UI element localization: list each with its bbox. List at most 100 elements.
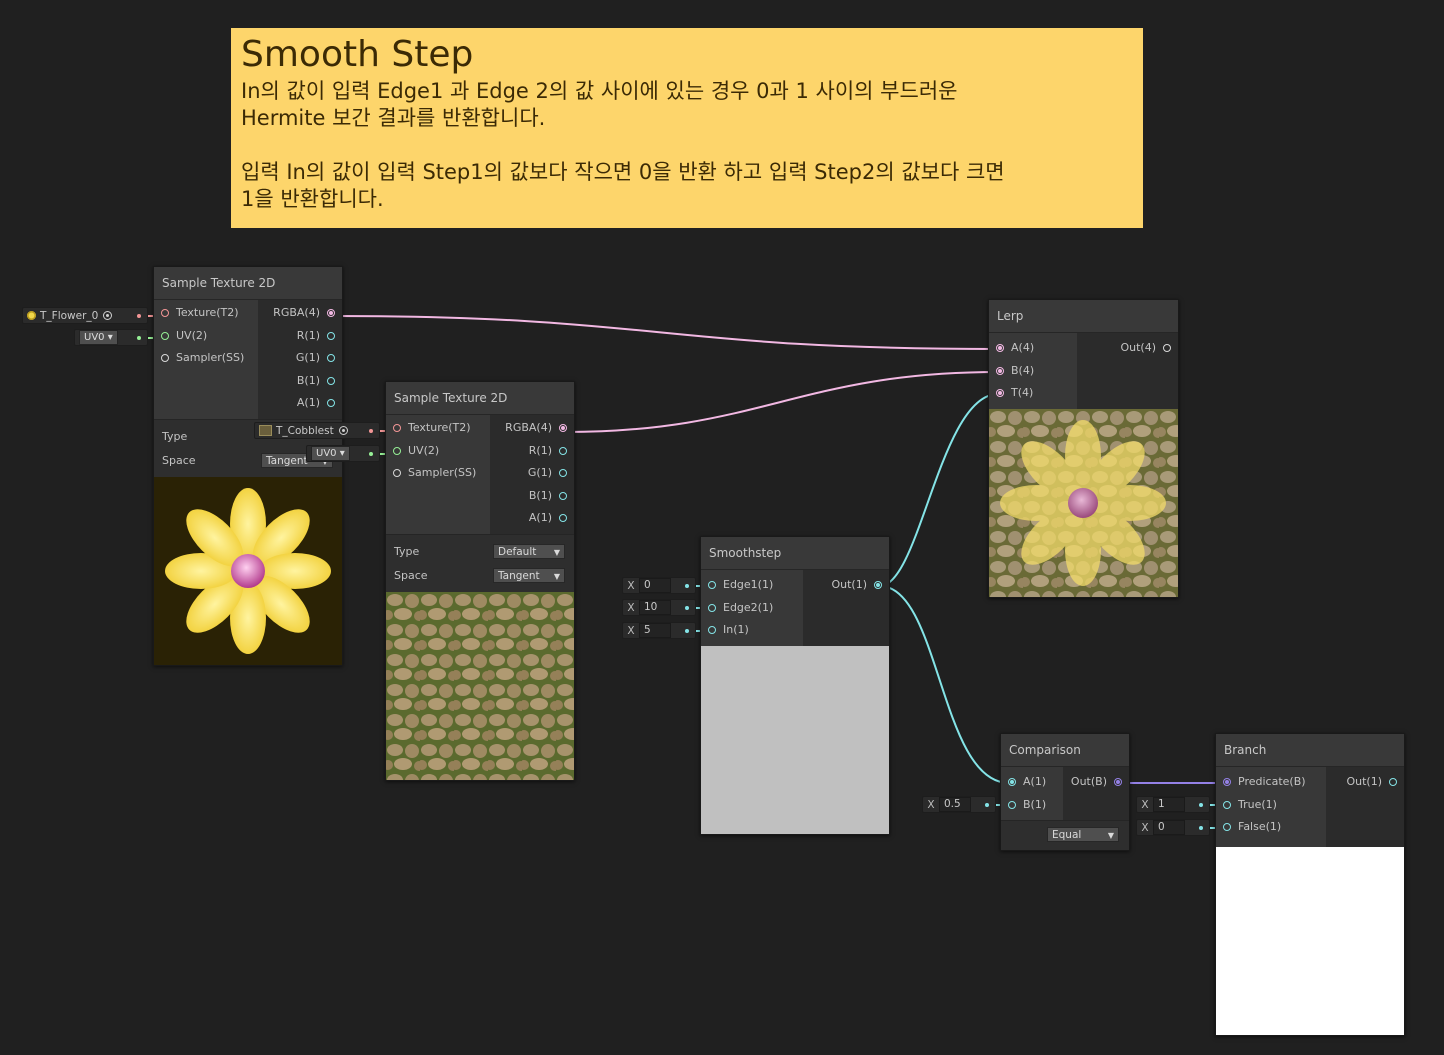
sticky-note[interactable]: Smooth Step In의 값이 입력 Edge1 과 Edge 2의 값 … [231,28,1143,228]
port-out[interactable]: Out(1) [803,574,889,597]
port-out[interactable]: Out(B) [1063,771,1129,794]
port-dot-icon[interactable] [559,424,567,432]
port-dot-icon[interactable] [559,491,567,500]
flower-uv-field[interactable]: UV0 ▾ [74,329,148,346]
port-r-out[interactable]: R(1) [490,440,574,463]
branch-preview [1216,846,1404,1035]
port-area: A(4) B(4) T(4) Out(4) [989,333,1178,409]
port-texture-in[interactable]: Texture(T2) [386,417,490,440]
port-edge2-in[interactable]: Edge2(1) [701,597,803,620]
comparison-b-value[interactable]: 0.5 [939,797,971,812]
port-true-in[interactable]: True(1) [1216,794,1326,817]
port-dot-icon[interactable] [393,446,401,455]
port-dot-icon[interactable] [1389,778,1397,786]
object-picker-icon[interactable] [338,426,348,435]
port-t-in[interactable]: T(4) [989,382,1077,405]
port-dot-icon[interactable] [327,331,335,340]
port-out[interactable]: Out(4) [1077,337,1178,360]
port-dot-icon[interactable] [1008,800,1016,809]
port-r-out[interactable]: R(1) [258,325,342,348]
port-dot-icon[interactable] [996,389,1004,397]
port-edge1-in[interactable]: Edge1(1) [701,574,803,597]
comparison-b-field[interactable]: X 0.5 [922,796,996,813]
port-dot-icon[interactable] [996,344,1004,352]
port-dot-icon[interactable] [327,354,335,362]
node-smoothstep[interactable]: Smoothstep Edge1(1) Edge2(1) In(1) Out(1… [700,536,890,835]
node-comparison[interactable]: Comparison A(1) B(1) Out(B) Equal ▼ [1000,733,1130,851]
uv-dropdown[interactable]: UV0 ▾ [311,446,350,461]
port-b-out[interactable]: B(1) [258,370,342,393]
port-in-in[interactable]: In(1) [701,619,803,642]
port-dot-icon[interactable] [1223,823,1231,831]
node-sample-texture-cobblestone[interactable]: Sample Texture 2D Texture(T2) UV(2) Samp… [385,381,575,781]
wire-flower-rgba-to-lerp-a[interactable] [333,315,999,350]
port-dot-icon[interactable] [996,366,1004,375]
port-dot-icon[interactable] [1114,778,1122,786]
space-dropdown[interactable]: Tangent ▼ [493,567,565,583]
port-dot-icon[interactable] [1223,800,1231,809]
port-b-out[interactable]: B(1) [490,485,574,508]
port-a-in[interactable]: A(4) [989,337,1077,360]
in-value[interactable]: 5 [639,623,671,638]
type-dropdown[interactable]: Default ▼ [493,543,565,559]
port-dot-icon[interactable] [1223,778,1231,786]
port-rgba-out[interactable]: RGBA(4) [258,302,342,325]
port-dot-icon[interactable] [161,309,169,317]
port-dot-icon[interactable] [327,399,335,407]
branch-true-value[interactable]: 1 [1153,797,1185,812]
port-texture-in[interactable]: Texture(T2) [154,302,258,325]
port-dot-icon[interactable] [559,514,567,522]
port-dot-icon[interactable] [708,581,716,589]
node-lerp[interactable]: Lerp A(4) B(4) T(4) Out(4) [988,299,1179,598]
branch-false-value[interactable]: 0 [1153,820,1185,835]
port-sampler-in[interactable]: Sampler(SS) [154,347,258,370]
edge1-field[interactable]: X 0 [622,577,696,594]
port-a-out[interactable]: A(1) [490,507,574,530]
port-dot-icon[interactable] [393,424,401,432]
branch-true-field[interactable]: X 1 [1136,796,1210,813]
port-dot-icon[interactable] [161,354,169,362]
wire-smoothstep-out-to-lerp-t[interactable] [879,393,999,587]
port-dot-icon[interactable] [161,331,169,340]
port-label: Sampler(SS) [408,466,477,479]
port-dot-icon[interactable] [559,446,567,455]
port-dot-icon[interactable] [559,469,567,477]
object-picker-icon[interactable] [103,311,113,320]
port-sampler-in[interactable]: Sampler(SS) [386,462,490,485]
port-dot-icon[interactable] [327,309,335,317]
node-sample-texture-flower[interactable]: Sample Texture 2D Texture(T2) UV(2) Samp… [153,266,343,666]
flower-texture-field[interactable]: T_Flower_0 [22,307,148,324]
port-dot-icon[interactable] [874,581,882,589]
port-rgba-out[interactable]: RGBA(4) [490,417,574,440]
port-dot-icon[interactable] [393,469,401,477]
port-b-in[interactable]: B(4) [989,360,1077,383]
port-dot-icon[interactable] [708,626,716,634]
port-out[interactable]: Out(1) [1326,771,1404,794]
port-dot-icon[interactable] [1008,778,1016,786]
edge2-value[interactable]: 10 [639,600,671,615]
port-predicate-in[interactable]: Predicate(B) [1216,771,1326,794]
branch-false-field[interactable]: X 0 [1136,819,1210,836]
port-uv-in[interactable]: UV(2) [386,440,490,463]
wire-smoothstep-out-to-comparison-a[interactable] [879,585,1010,784]
edge2-field[interactable]: X 10 [622,599,696,616]
node-branch[interactable]: Branch Predicate(B) True(1) False(1) Out… [1215,733,1405,1036]
port-g-out[interactable]: G(1) [258,347,342,370]
port-dot-icon[interactable] [708,603,716,612]
port-a-out[interactable]: A(1) [258,392,342,415]
port-dot-icon[interactable] [1163,344,1171,352]
port-b-in[interactable]: B(1) [1001,794,1063,817]
uv-dropdown[interactable]: UV0 ▾ [79,330,118,345]
wire-cobble-rgba-to-lerp-b[interactable] [565,371,999,433]
edge1-value[interactable]: 0 [639,578,671,593]
in-field[interactable]: X 5 [622,622,696,639]
port-dot-icon[interactable] [327,376,335,385]
comparison-mode-dropdown[interactable]: Equal ▼ [1047,827,1119,842]
cobble-texture-field[interactable]: T_Cobblest [254,422,380,439]
port-g-out[interactable]: G(1) [490,462,574,485]
x-label: X [927,798,935,811]
port-a-in[interactable]: A(1) [1001,771,1063,794]
cobble-uv-field[interactable]: UV0 ▾ [306,445,380,462]
port-uv-in[interactable]: UV(2) [154,325,258,348]
port-false-in[interactable]: False(1) [1216,816,1326,839]
